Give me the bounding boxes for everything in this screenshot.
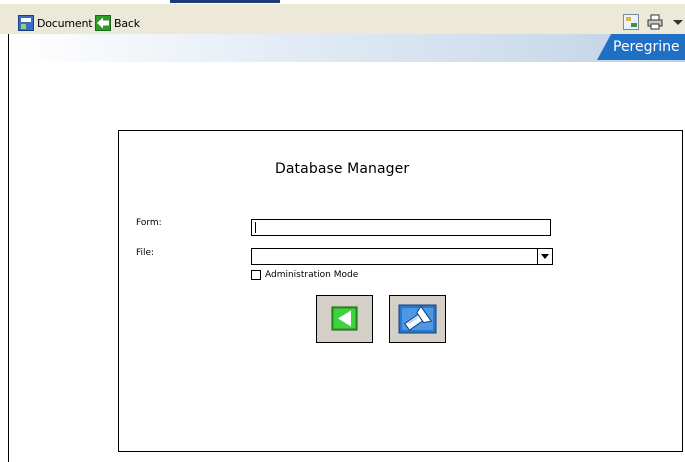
file-select[interactable] — [251, 248, 553, 265]
file-label: File: — [136, 248, 155, 258]
chevron-down-icon[interactable] — [673, 19, 683, 25]
search-button[interactable] — [389, 295, 446, 343]
print-icon[interactable] — [647, 14, 663, 30]
form-label: Form: — [136, 218, 162, 228]
toolbar: Document Back — [0, 0, 685, 34]
left-border — [8, 34, 9, 462]
green-left-arrow-icon — [331, 306, 358, 331]
back-label: Back — [114, 16, 140, 30]
flashlight-icon — [398, 304, 437, 334]
document-label: Document — [37, 16, 93, 30]
database-manager-panel: Database Manager Form: File: Administrat… — [118, 130, 683, 452]
back-arrow-icon — [95, 15, 111, 31]
back-button[interactable]: Back — [95, 14, 140, 32]
toolbar-right-icons — [615, 14, 685, 30]
header-banner: Peregrine — [9, 34, 685, 62]
tree-view-icon[interactable] — [623, 14, 639, 30]
form-input[interactable] — [251, 219, 551, 236]
admin-mode-checkbox[interactable] — [251, 270, 261, 280]
text-caret — [255, 222, 256, 233]
admin-mode-row[interactable]: Administration Mode — [251, 270, 358, 280]
admin-mode-label: Administration Mode — [265, 270, 359, 280]
back-nav-button[interactable] — [316, 295, 373, 343]
document-icon — [18, 15, 34, 31]
brand-logo: Peregrine — [597, 34, 685, 60]
dropdown-arrow-icon[interactable] — [537, 249, 552, 264]
page-title: Database Manager — [275, 161, 410, 177]
toolbar-top-border — [0, 0, 685, 4]
document-button[interactable]: Document — [18, 14, 93, 32]
